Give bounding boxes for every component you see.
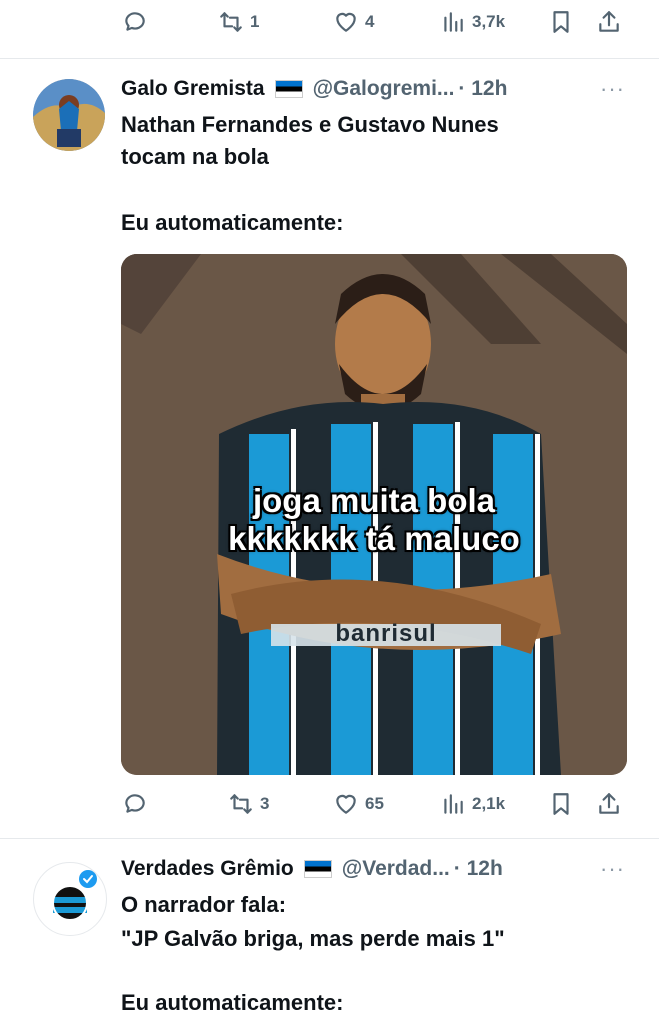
previous-tweet-actions: 1 4 3,7k bbox=[0, 2, 659, 42]
divider bbox=[0, 58, 659, 59]
share-button[interactable] bbox=[596, 2, 622, 42]
meme-caption-line1: joga muita bola bbox=[252, 482, 496, 519]
bookmark-button[interactable] bbox=[548, 2, 574, 42]
display-name[interactable]: Verdades Grêmio bbox=[121, 857, 294, 881]
retweet-icon bbox=[220, 12, 242, 32]
tweet1-text-line: tocam na bola bbox=[121, 144, 269, 169]
more-options-button[interactable]: ··· bbox=[600, 76, 625, 102]
reply-icon bbox=[125, 794, 145, 813]
tweet2-text-line: O narrador fala: bbox=[121, 892, 287, 917]
retweet-count: 1 bbox=[250, 12, 260, 31]
share-button[interactable] bbox=[596, 784, 622, 824]
shirt-sponsor-text: banrisul bbox=[335, 620, 437, 647]
like-button[interactable]: 65 bbox=[333, 784, 384, 824]
avatar-galo-gremista[interactable] bbox=[33, 79, 105, 151]
handle[interactable]: @Galogremi... bbox=[313, 77, 455, 101]
share-icon bbox=[599, 11, 619, 32]
tweet1-text-line: Nathan Fernandes e Gustavo Nunes bbox=[121, 112, 499, 137]
views-count: 2,1k bbox=[472, 794, 506, 813]
more-options-button[interactable]: ··· bbox=[600, 856, 625, 882]
share-icon bbox=[599, 793, 619, 814]
meme-caption-line2: kkkkkkk tá maluco bbox=[228, 520, 520, 557]
tweet2-text-line: "JP Galvão briga, mas perde mais 1" bbox=[121, 926, 505, 951]
bookmark-icon bbox=[553, 11, 569, 33]
reply-button[interactable] bbox=[122, 784, 148, 824]
avatar-image bbox=[33, 79, 105, 151]
avatar-verdades-gremio[interactable] bbox=[33, 862, 107, 936]
timestamp[interactable]: · 12h bbox=[458, 77, 507, 101]
reply-button[interactable] bbox=[122, 2, 148, 42]
tweet1-text-line: Eu automaticamente: bbox=[121, 210, 344, 235]
views-button[interactable]: 2,1k bbox=[440, 784, 505, 824]
like-icon bbox=[336, 794, 356, 814]
timestamp[interactable]: · 12h bbox=[454, 857, 503, 881]
retweet-button[interactable]: 3 bbox=[228, 784, 269, 824]
tweet2-text-line: Eu automaticamente: bbox=[121, 990, 344, 1015]
display-name[interactable]: Galo Gremista bbox=[121, 77, 265, 101]
like-button[interactable]: 4 bbox=[333, 2, 374, 42]
reply-icon bbox=[125, 12, 145, 31]
like-count: 65 bbox=[365, 794, 384, 813]
retweet-icon bbox=[230, 794, 252, 814]
views-count: 3,7k bbox=[472, 12, 506, 31]
views-button[interactable]: 3,7k bbox=[440, 2, 505, 42]
like-icon bbox=[336, 12, 356, 32]
tweet1-header: Galo Gremista @Galogremi... · 12h bbox=[121, 74, 507, 104]
handle[interactable]: @Verdad... bbox=[342, 857, 450, 881]
retweet-count: 3 bbox=[260, 794, 270, 813]
retweet-button[interactable]: 1 bbox=[218, 2, 259, 42]
verified-badge-icon bbox=[79, 870, 97, 888]
estonia-flag-icon bbox=[303, 860, 332, 878]
estonia-flag-icon bbox=[274, 80, 303, 98]
bookmark-icon bbox=[553, 793, 569, 815]
like-count: 4 bbox=[365, 12, 375, 31]
divider bbox=[0, 838, 659, 839]
views-icon bbox=[444, 12, 463, 32]
tweet1-media-image[interactable]: banrisul joga muita bola kkkkkkk tá malu… bbox=[121, 254, 627, 775]
bookmark-button[interactable] bbox=[548, 784, 574, 824]
tweet1-actions: 3 65 2,1k bbox=[0, 784, 659, 824]
views-icon bbox=[444, 794, 463, 814]
tweet2-header: Verdades Grêmio @Verdad... · 12h bbox=[121, 854, 503, 884]
